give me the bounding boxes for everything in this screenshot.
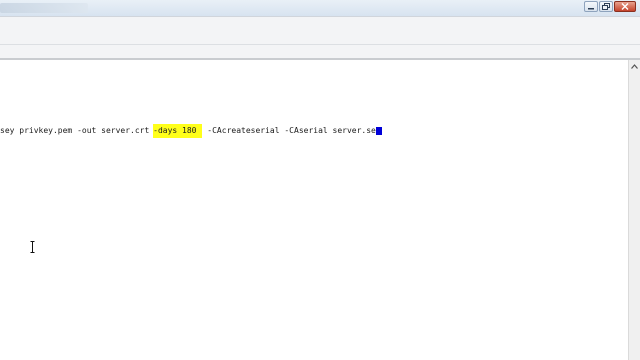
toolbar-divider: [0, 44, 640, 45]
vertical-scrollbar[interactable]: [628, 60, 640, 360]
title-bar: [0, 0, 640, 16]
restore-icon: [602, 3, 610, 10]
command-text-after: -CAcreateserial -CAserial server.se: [202, 126, 376, 135]
close-icon: [621, 3, 629, 10]
scroll-up-button[interactable]: [629, 60, 640, 72]
command-line: sey privkey.pem -out server.crt -days 18…: [0, 124, 382, 138]
text-cursor-icon: [30, 241, 35, 253]
highlighted-text: -days 180: [153, 124, 203, 138]
window-controls: [584, 1, 636, 13]
minimize-icon: [588, 7, 594, 9]
text-editor[interactable]: sey privkey.pem -out server.crt -days 18…: [0, 60, 628, 360]
scroll-up-arrow-icon: [631, 63, 638, 69]
restore-button[interactable]: [599, 1, 613, 12]
close-button[interactable]: [614, 1, 636, 12]
toolbar-area: [0, 16, 640, 59]
minimize-button[interactable]: [584, 1, 598, 12]
window-title: [0, 3, 88, 13]
command-text-before: sey privkey.pem -out server.crt: [0, 126, 155, 135]
text-cursor-block: [375, 127, 382, 135]
